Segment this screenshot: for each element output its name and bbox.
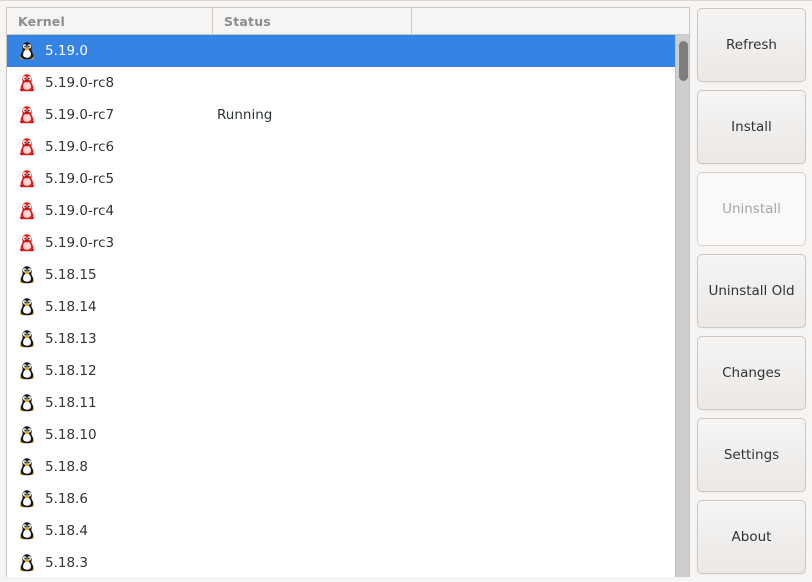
tux-penguin-icon — [18, 425, 36, 445]
tux-penguin-icon — [18, 553, 36, 573]
kernel-list-scrollbar[interactable] — [675, 35, 689, 577]
install-button-label: Install — [731, 119, 772, 135]
kernel-cell: 5.18.10 — [7, 425, 213, 445]
kernel-cell: 5.19.0-rc5 — [7, 169, 213, 189]
about-button-label: About — [731, 529, 772, 545]
kernel-row[interactable]: 5.19.0-rc4 — [7, 195, 677, 227]
tux-penguin-icon — [18, 521, 36, 541]
uninstall-button: Uninstall — [697, 172, 806, 246]
refresh-button[interactable]: Refresh — [697, 8, 806, 82]
kernel-version-label: 5.18.14 — [45, 299, 97, 315]
kernel-version-label: 5.18.8 — [45, 459, 88, 475]
kernel-cell: 5.18.15 — [7, 265, 213, 285]
tux-penguin-icon — [18, 41, 36, 61]
kernel-row[interactable]: 5.19.0-rc5 — [7, 163, 677, 195]
kernel-list-header: Kernel Status — [7, 8, 689, 35]
kernel-version-label: 5.19.0-rc4 — [45, 203, 115, 219]
uninstall-button-label: Uninstall — [722, 201, 781, 217]
kernel-row[interactable]: 5.19.0-rc7 Running — [7, 99, 677, 131]
column-header-blank[interactable] — [412, 8, 689, 34]
kernel-cell: 5.18.13 — [7, 329, 213, 349]
kernel-row[interactable]: 5.19.0-rc3 — [7, 227, 677, 259]
kernel-list-rows[interactable]: 5.19.0 5.19.0-rc8 5.19.0-rc7 Running 5.19.0-… — [7, 35, 677, 577]
refresh-button-label: Refresh — [726, 37, 777, 53]
install-button[interactable]: Install — [697, 90, 806, 164]
settings-button-label: Settings — [723, 447, 780, 463]
tux-penguin-red-icon — [18, 105, 36, 125]
tux-penguin-icon — [18, 265, 36, 285]
tux-penguin-red-icon — [18, 201, 36, 221]
kernel-version-label: 5.19.0-rc7 — [45, 107, 115, 123]
kernel-version-label: 5.18.15 — [45, 267, 97, 283]
settings-button[interactable]: Settings — [697, 418, 806, 492]
tux-penguin-red-icon — [18, 169, 36, 189]
kernel-manager-window: Kernel Status 5.19.0 5.19.0-rc8 5.19.0-rc7… — [0, 0, 812, 577]
changes-button[interactable]: Changes — [697, 336, 806, 410]
uninstall-old-button[interactable]: Uninstall Old — [697, 254, 806, 328]
tux-penguin-red-icon — [18, 73, 36, 93]
tux-penguin-icon — [18, 329, 36, 349]
kernel-cell: 5.18.3 — [7, 553, 213, 573]
changes-button-label: Changes — [722, 365, 781, 381]
tux-penguin-icon — [18, 297, 36, 317]
kernel-cell: 5.19.0-rc8 — [7, 73, 213, 93]
column-header-kernel-label: Kernel — [18, 13, 65, 29]
action-button-column: Refresh Install Uninstall Uninstall Old Chan… — [697, 8, 806, 582]
status-cell: Running — [217, 107, 273, 123]
kernel-cell: 5.18.6 — [7, 489, 213, 509]
kernel-row[interactable]: 5.18.3 — [7, 547, 677, 577]
kernel-cell: 5.18.4 — [7, 521, 213, 541]
kernel-version-label: 5.18.6 — [45, 491, 88, 507]
kernel-row[interactable]: 5.18.14 — [7, 291, 677, 323]
kernel-cell: 5.18.12 — [7, 361, 213, 381]
kernel-row[interactable]: 5.18.8 — [7, 451, 677, 483]
kernel-row[interactable]: 5.19.0 — [7, 35, 677, 67]
tux-penguin-red-icon — [18, 233, 36, 253]
kernel-cell: 5.19.0-rc3 — [7, 233, 213, 253]
about-button[interactable]: About — [697, 500, 806, 574]
kernel-version-label: 5.19.0-rc6 — [45, 139, 115, 155]
kernel-version-label: 5.18.11 — [45, 395, 97, 411]
kernel-version-label: 5.18.4 — [45, 523, 88, 539]
kernel-version-label: 5.18.12 — [45, 363, 97, 379]
kernel-cell: 5.18.14 — [7, 297, 213, 317]
kernel-cell: 5.18.11 — [7, 393, 213, 413]
kernel-list-panel: Kernel Status 5.19.0 5.19.0-rc8 5.19.0-rc7… — [6, 7, 690, 577]
tux-penguin-icon — [18, 393, 36, 413]
kernel-row[interactable]: 5.18.13 — [7, 323, 677, 355]
tux-penguin-red-icon — [18, 137, 36, 157]
kernel-version-label: 5.18.10 — [45, 427, 97, 443]
kernel-row[interactable]: 5.18.4 — [7, 515, 677, 547]
kernel-version-label: 5.19.0 — [45, 43, 88, 59]
kernel-row[interactable]: 5.18.6 — [7, 483, 677, 515]
kernel-row[interactable]: 5.18.11 — [7, 387, 677, 419]
kernel-cell: 5.19.0-rc4 — [7, 201, 213, 221]
scrollbar-thumb[interactable] — [679, 41, 688, 81]
uninstall-old-button-label: Uninstall Old — [708, 283, 795, 299]
kernel-version-label: 5.18.13 — [45, 331, 97, 347]
kernel-row[interactable]: 5.18.15 — [7, 259, 677, 291]
kernel-row[interactable]: 5.18.10 — [7, 419, 677, 451]
kernel-version-label: 5.19.0-rc5 — [45, 171, 115, 187]
column-header-status[interactable]: Status — [213, 8, 412, 34]
kernel-version-label: 5.19.0-rc3 — [45, 235, 115, 251]
kernel-version-label: 5.18.3 — [45, 555, 88, 571]
tux-penguin-icon — [18, 361, 36, 381]
tux-penguin-icon — [18, 489, 36, 509]
kernel-cell: 5.19.0 — [7, 41, 213, 61]
column-header-kernel[interactable]: Kernel — [7, 8, 213, 34]
kernel-cell: 5.19.0-rc7 — [7, 105, 213, 125]
column-header-status-label: Status — [224, 13, 271, 29]
tux-penguin-icon — [18, 457, 36, 477]
kernel-row[interactable]: 5.19.0-rc8 — [7, 67, 677, 99]
kernel-cell: 5.19.0-rc6 — [7, 137, 213, 157]
kernel-version-label: 5.19.0-rc8 — [45, 75, 115, 91]
kernel-row[interactable]: 5.18.12 — [7, 355, 677, 387]
kernel-row[interactable]: 5.19.0-rc6 — [7, 131, 677, 163]
kernel-cell: 5.18.8 — [7, 457, 213, 477]
